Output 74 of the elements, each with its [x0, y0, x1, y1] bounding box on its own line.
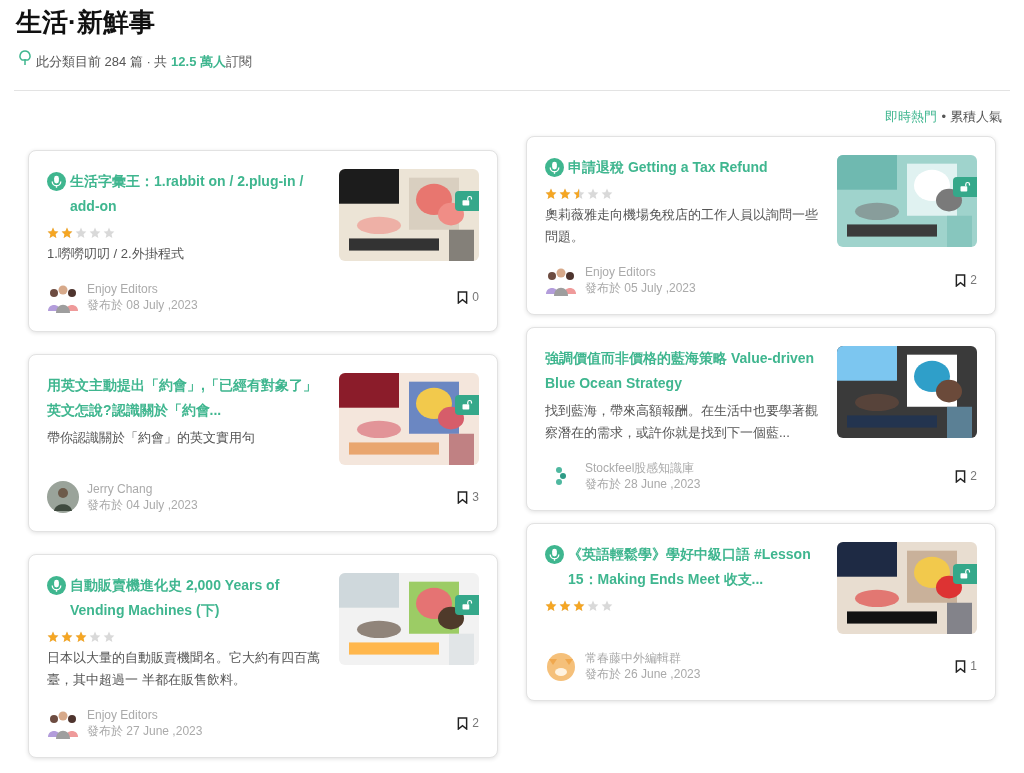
star-icon	[587, 188, 599, 200]
author-name: Jerry Chang	[87, 481, 154, 497]
article-title[interactable]: 申請退稅 Getting a Tax Refund	[568, 155, 768, 180]
article-card[interactable]: 申請退稅 Getting a Tax Refund 奧莉薇雅走向機場免稅店的工作人員以詢問一些問題。 Enjoy Editors 發布於 05 July ,2023 2	[526, 136, 996, 315]
article-summary: 日本以大量的自動販賣機聞名。它大約有四百萬臺，其中超過一 半都在販售飲料。	[47, 649, 321, 689]
separator-dot: •	[941, 107, 946, 126]
sort-tab[interactable]: 累積人氣	[950, 106, 1002, 126]
star-icon	[61, 631, 73, 643]
star-icon	[89, 631, 101, 643]
article-title[interactable]: 用英文主動提出「約會」,「已經有對象了」英文怎說?認識關於「約會...	[47, 373, 327, 423]
article-summary: 帶你認識關於「約會」的英文實用句	[47, 429, 256, 447]
publish-date: 發布於 04 July ,2023	[87, 497, 199, 513]
article-title[interactable]: 自動販賣機進化史 2,000 Years of Vending Machines (下)	[70, 573, 327, 623]
author-name: Enjoy Editors	[87, 707, 159, 723]
author-name: Enjoy Editors	[585, 264, 657, 280]
author-name: Stockfeel股感知識庫	[585, 460, 696, 476]
star-icon	[545, 188, 557, 200]
star-icon	[47, 631, 59, 643]
star-icon	[545, 600, 557, 612]
article-card[interactable]: 強調價值而非價格的藍海策略 Value-driven Blue Ocean Strategy 找到藍海，帶來高額報酬。在生活中也要學著觀察潛在的需求，或許你就是找到下一個藍... Stockfeel股感知識庫 發布於 28 June ,2023 2	[526, 327, 996, 511]
publish-date: 發布於 27 June ,2023	[87, 723, 204, 739]
publish-date: 發布於 08 July ,2023	[87, 297, 199, 313]
star-icon	[61, 227, 73, 239]
star-icon	[601, 188, 613, 200]
unlock-icon	[959, 181, 971, 193]
unlock-icon	[461, 399, 473, 411]
article-summary: 奧莉薇雅走向機場免稅店的工作人員以詢問一些問題。	[545, 206, 819, 246]
star-icon	[573, 188, 585, 200]
bookmark-icon[interactable]	[955, 659, 967, 673]
article-summary: 找到藍海，帶來高額報酬。在生活中也要學著觀察潛在的需求，或許你就是找到下一個藍...	[545, 402, 819, 442]
unlock-icon	[461, 599, 473, 611]
star-icon	[89, 227, 101, 239]
star-icon	[601, 600, 613, 612]
avatar-icon	[47, 481, 79, 513]
article-title[interactable]: 《英語輕鬆學》學好中級口語 #Lesson 15：Making Ends Meet 收支...	[568, 542, 825, 592]
article-card[interactable]: 自動販賣機進化史 2,000 Years of Vending Machines (下) 日本以大量的自動販賣機聞名。它大約有四百萬臺，其中超過一 半都在販售飲料。 Enjoy Editors 發布於 27 June ,2023 2	[28, 554, 498, 758]
article-card[interactable]: 用英文主動提出「約會」,「已經有對象了」英文怎說?認識關於「約會... 帶你認識關於「約會」的英文實用句 Jerry Chang 發布於 04 July ,2023 3	[28, 354, 498, 532]
article-summary: 1.嘮嘮叨叨 / 2.外掛程式	[47, 245, 185, 263]
star-icon	[587, 600, 599, 612]
bookmark-count: 3	[472, 489, 479, 506]
bookmark-count: 0	[472, 289, 479, 306]
star-icon	[75, 631, 87, 643]
author-name: 常春藤中外編輯群	[585, 650, 682, 666]
publish-date: 發布於 05 July ,2023	[585, 280, 697, 296]
article-card[interactable]: 生活字彙王：1.rabbit on / 2.plug-in / add-on 1.嘮嘮叨叨 / 2.外掛程式 Enjoy Editors 發布於 08 July ,2023 0	[28, 150, 498, 332]
star-icon	[75, 227, 87, 239]
bookmark-icon[interactable]	[955, 469, 967, 483]
article-card[interactable]: 《英語輕鬆學》學好中級口語 #Lesson 15：Making Ends Meet 收支... 常春藤中外編輯群 發布於 26 June ,2023 1	[526, 523, 996, 701]
star-icon	[103, 631, 115, 643]
star-icon	[573, 600, 585, 612]
article-title[interactable]: 生活字彙王：1.rabbit on / 2.plug-in / add-on	[70, 169, 327, 219]
bookmark-count: 2	[970, 468, 977, 485]
bookmark-count: 1	[970, 658, 977, 675]
publish-date: 發布於 28 June ,2023	[585, 476, 702, 492]
bookmark-icon[interactable]	[457, 716, 469, 730]
star-icon	[559, 188, 571, 200]
tree-icon	[18, 49, 32, 66]
bookmark-icon[interactable]	[457, 290, 469, 304]
unlock-icon	[959, 568, 971, 580]
bookmark-count: 2	[970, 272, 977, 289]
bookmark-count: 2	[472, 715, 479, 732]
page-title: 生活·新鮮事	[16, 6, 156, 39]
cat-avatar-icon	[545, 650, 577, 682]
sort-tab[interactable]: 即時熱門	[885, 106, 938, 126]
star-icon	[103, 227, 115, 239]
article-title[interactable]: 強調價值而非價格的藍海策略 Value-driven Blue Ocean Strategy	[545, 346, 825, 396]
publish-date: 發布於 26 June ,2023	[585, 666, 702, 682]
bookmark-icon[interactable]	[955, 273, 967, 287]
category-summary: 此分類目前 284 篇 · 共 12.5 萬人訂閱	[36, 53, 252, 71]
bookmark-icon[interactable]	[457, 490, 469, 504]
star-icon	[47, 227, 59, 239]
author-name: Enjoy Editors	[87, 281, 159, 297]
star-icon	[559, 600, 571, 612]
unlock-icon	[461, 195, 473, 207]
